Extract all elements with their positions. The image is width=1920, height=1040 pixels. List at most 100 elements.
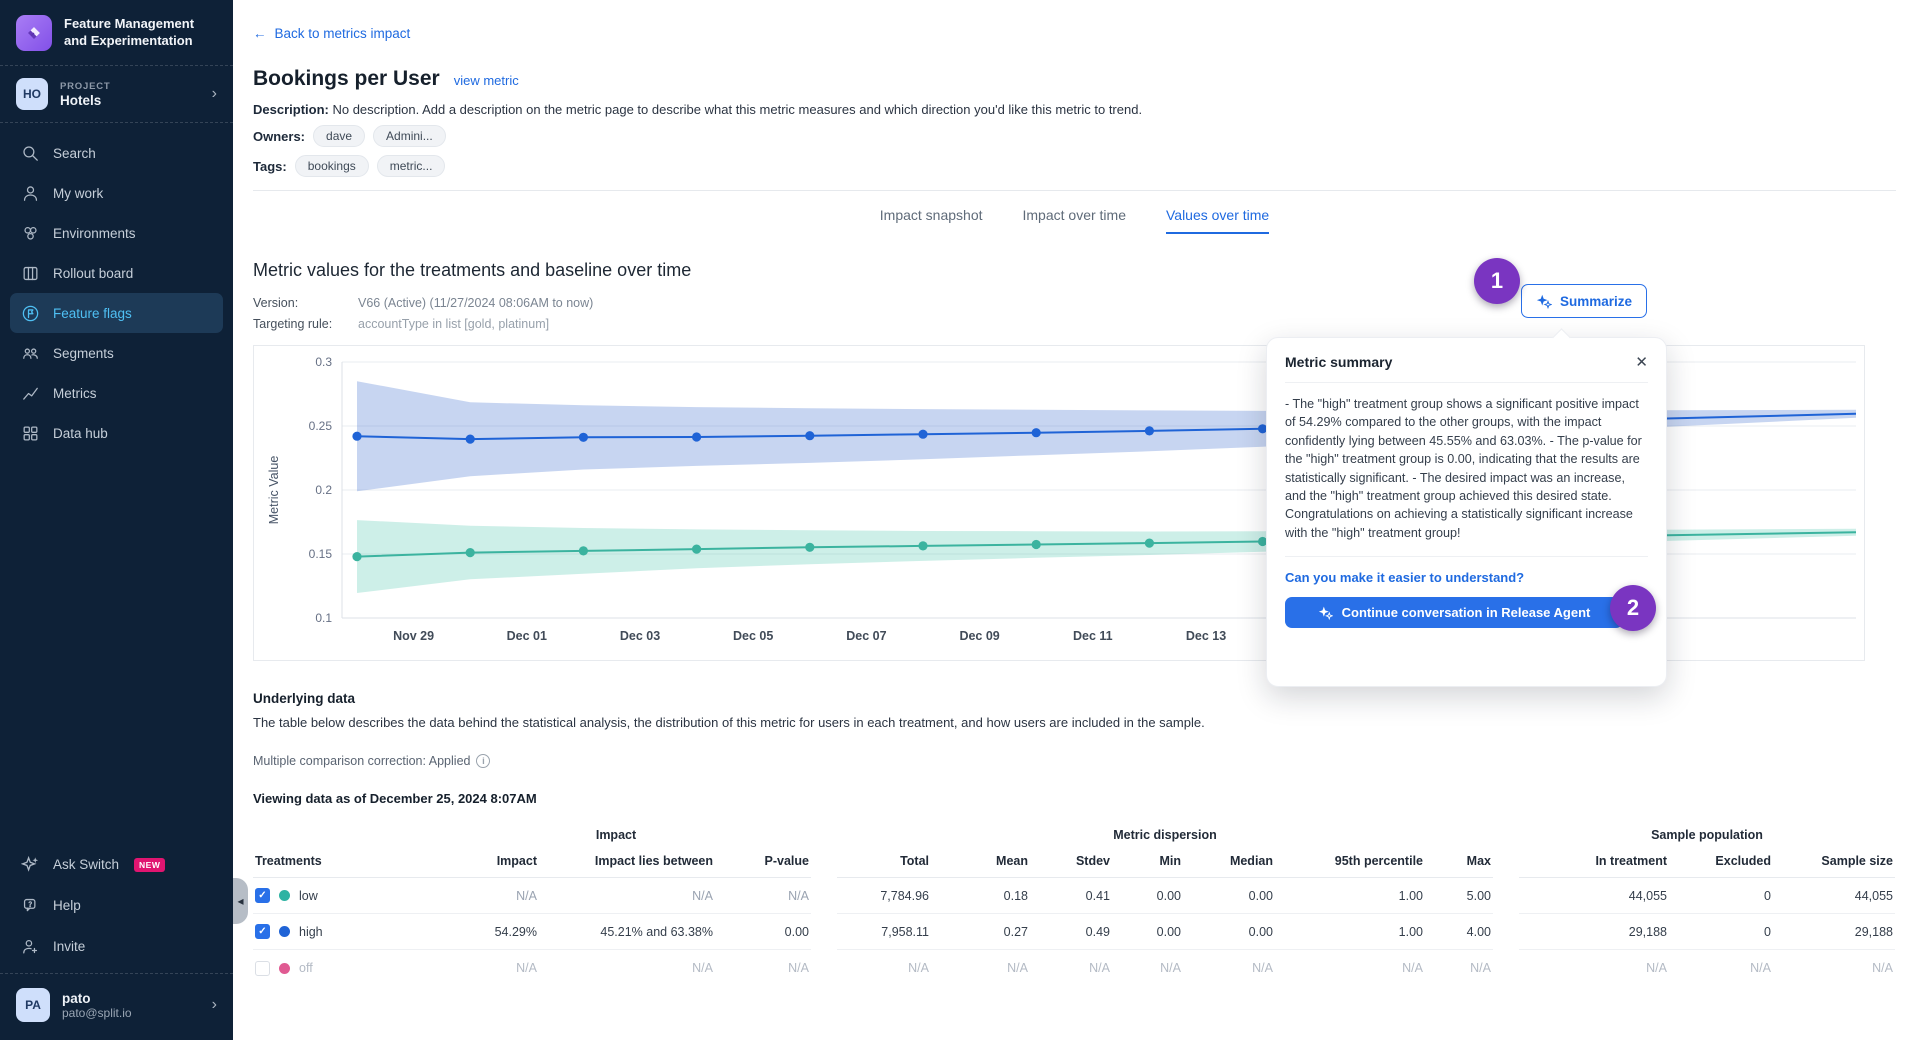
data-point-low[interactable] (918, 541, 927, 550)
correction-row: Multiple comparison correction: Applied … (253, 754, 1896, 768)
table-cell-lies: N/A (539, 878, 715, 914)
sidebar-item-label: Metrics (53, 386, 97, 401)
table-cell-stdev: 0.49 (1030, 914, 1112, 950)
project-label: PROJECT (60, 81, 110, 92)
treatment-checkbox-low[interactable]: ✓ (255, 888, 270, 903)
table-cell-sample_size: 44,055 (1773, 878, 1895, 914)
tab-impact-over-time[interactable]: Impact over time (1023, 207, 1126, 234)
column-header-mean: Mean (931, 850, 1030, 878)
sidebar-item-invite[interactable]: Invite (10, 926, 223, 967)
x-tick-label: Nov 29 (393, 629, 434, 643)
sidebar-item-metrics[interactable]: Metrics (10, 373, 223, 413)
step-badge-1: 1 (1474, 258, 1520, 304)
table-cell-min: 0.00 (1112, 914, 1183, 950)
sidebar-item-label: Rollout board (53, 266, 133, 281)
sidebar-item-search[interactable]: Search (10, 133, 223, 173)
owner-chip[interactable]: dave (313, 125, 365, 147)
split-logo-icon (16, 15, 52, 51)
x-tick-label: Dec 03 (620, 629, 660, 643)
table-cell-excluded: N/A (1669, 950, 1773, 986)
sidebar-item-label: Invite (53, 939, 85, 954)
chevron-right-icon: › (212, 996, 217, 1014)
avatar: PA (16, 988, 50, 1022)
new-badge: NEW (134, 858, 165, 872)
description-text: No description. Add a description on the… (332, 102, 1142, 117)
data-point-high[interactable] (918, 430, 927, 439)
data-point-high[interactable] (805, 431, 814, 440)
owners-label: Owners: (253, 129, 305, 144)
segments-icon (20, 343, 40, 363)
table-cell-median: 0.00 (1183, 878, 1275, 914)
owner-chip[interactable]: Admini... (373, 125, 446, 147)
view-metric-link[interactable]: view metric (454, 73, 519, 88)
user-menu[interactable]: PA pato pato@split.io › (0, 973, 233, 1040)
sidebar-item-segments[interactable]: Segments (10, 333, 223, 373)
sidebar-item-label: My work (53, 186, 103, 201)
tab-impact-snapshot[interactable]: Impact snapshot (880, 207, 983, 234)
summarize-label: Summarize (1560, 294, 1632, 309)
tag-chip[interactable]: bookings (295, 155, 369, 177)
data-point-high[interactable] (466, 435, 475, 444)
sidebar-item-rollout-board[interactable]: Rollout board (10, 253, 223, 293)
x-tick-label: Dec 09 (959, 629, 999, 643)
tag-chip[interactable]: metric... (377, 155, 446, 177)
data-point-low[interactable] (466, 548, 475, 557)
close-icon[interactable]: ✕ (1635, 355, 1648, 370)
info-icon[interactable]: i (476, 754, 490, 768)
sidebar-item-feature-flags[interactable]: Feature flags (10, 293, 223, 333)
data-point-high[interactable] (1032, 428, 1041, 437)
app-logo-row[interactable]: Feature Management and Experimentation (0, 0, 233, 65)
correction-text: Multiple comparison correction: Applied (253, 754, 470, 768)
project-switcher[interactable]: HO PROJECT Hotels › (0, 66, 233, 122)
tags-label: Tags: (253, 159, 287, 174)
y-tick-label: 0.2 (315, 483, 332, 497)
column-header-min: Min (1112, 850, 1183, 878)
table-cell-impact: N/A (421, 878, 539, 914)
data-point-low[interactable] (805, 543, 814, 552)
data-point-high[interactable] (579, 433, 588, 442)
table-cell-total: 7,958.11 (837, 914, 931, 950)
x-tick-label: Dec 13 (1186, 629, 1226, 643)
sidebar-item-environments[interactable]: Environments (10, 213, 223, 253)
feature-flags-icon (20, 303, 40, 323)
table-cell-stdev: 0.41 (1030, 878, 1112, 914)
user-email: pato@split.io (62, 1006, 132, 1020)
table-cell-pvalue: N/A (715, 878, 811, 914)
data-point-low[interactable] (1032, 540, 1041, 549)
data-point-high[interactable] (352, 432, 361, 441)
sidebar-item-my-work[interactable]: My work (10, 173, 223, 213)
column-header-lies: Impact lies between (539, 850, 715, 878)
data-point-high[interactable] (1145, 426, 1154, 435)
data-point-high[interactable] (692, 432, 701, 441)
metric-summary-panel: Metric summary ✕ - The "high" treatment … (1266, 337, 1667, 687)
sidebar-item-ask-switch[interactable]: Ask SwitchNEW (10, 844, 223, 885)
data-point-low[interactable] (352, 552, 361, 561)
treatment-checkbox-high[interactable]: ✓ (255, 924, 270, 939)
treatment-cell-high: ✓ high (253, 914, 421, 950)
back-link[interactable]: ← Back to metrics impact (253, 26, 410, 41)
page-title: Bookings per User (253, 67, 440, 91)
sidebar-item-label: Data hub (53, 426, 108, 441)
sidebar-item-data-hub[interactable]: Data hub (10, 413, 223, 453)
data-point-low[interactable] (1145, 539, 1154, 548)
table-cell-median: N/A (1183, 950, 1275, 986)
sidebar-item-help[interactable]: Help (10, 885, 223, 926)
data-point-low[interactable] (692, 545, 701, 554)
data-point-low[interactable] (579, 546, 588, 555)
sidebar-item-label: Feature flags (53, 306, 132, 321)
table-cell-pvalue: 0.00 (715, 914, 811, 950)
app-title: Feature Management and Experimentation (64, 16, 217, 50)
environments-icon (20, 223, 40, 243)
data-hub-icon (20, 423, 40, 443)
sidebar-collapse-handle[interactable]: ◂ (233, 878, 248, 924)
summarize-button[interactable]: Summarize (1521, 284, 1647, 318)
sparkles-icon (1318, 605, 1333, 620)
table-cell-stdev: N/A (1030, 950, 1112, 986)
treatment-checkbox-off[interactable] (255, 961, 270, 976)
table-cell-p95: 1.00 (1275, 878, 1425, 914)
tab-values-over-time[interactable]: Values over time (1166, 207, 1269, 234)
continue-conversation-button[interactable]: Continue conversation in Release Agent (1285, 597, 1623, 628)
arrow-left-icon: ← (253, 26, 267, 41)
easier-to-understand-link[interactable]: Can you make it easier to understand? (1285, 570, 1648, 585)
y-axis-title: Metric Value (267, 456, 281, 525)
